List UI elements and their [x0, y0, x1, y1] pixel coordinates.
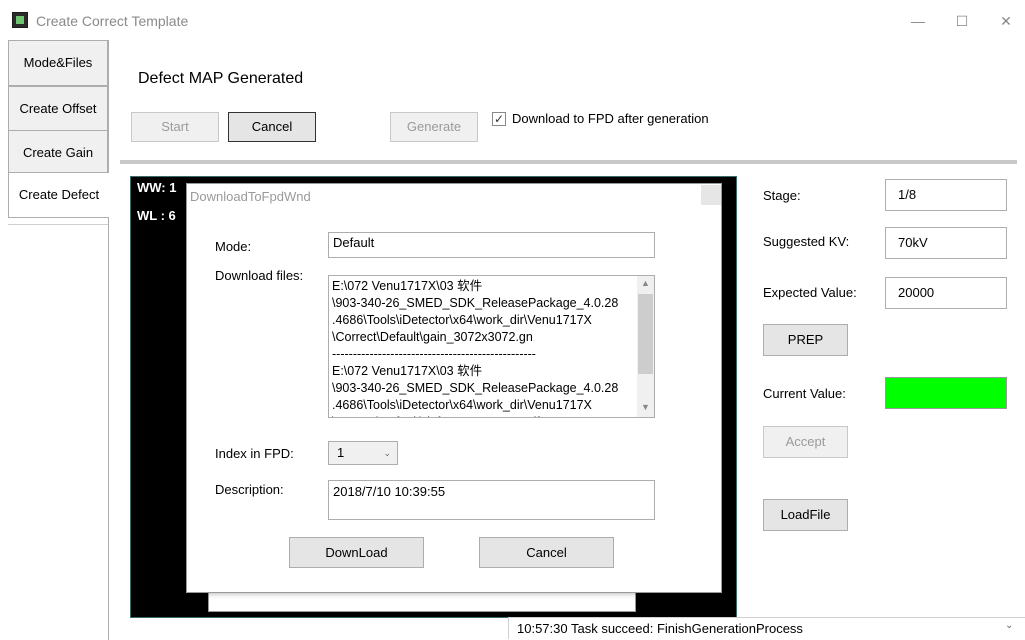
stage-field: 1/8	[885, 179, 1007, 211]
status-bar: 10:57:30 Task succeed: FinishGenerationP…	[508, 617, 1025, 639]
download-checkbox[interactable]: ✓	[492, 112, 506, 126]
tab-create-defect[interactable]: Create Defect	[8, 172, 109, 218]
scroll-up-icon[interactable]: ▲	[641, 278, 650, 288]
index-select[interactable]: 1 ⌄	[328, 441, 398, 465]
close-button[interactable]: ✕	[986, 8, 1025, 34]
tab-pane-border	[108, 40, 109, 640]
section-title: Defect MAP Generated	[138, 70, 304, 87]
index-label: Index in FPD:	[215, 446, 294, 461]
window-width-label: WW: 1	[137, 180, 177, 195]
download-files-label: Download files:	[215, 268, 304, 283]
expected-value-field: 20000	[885, 277, 1007, 309]
download-files-list[interactable]: E:\072 Venu1717X\03 软件 \903-340-26_SMED_…	[328, 275, 655, 418]
current-value-indicator	[885, 377, 1007, 409]
app-icon	[12, 12, 28, 28]
tab-divider	[8, 224, 108, 225]
download-files-text: E:\072 Venu1717X\03 软件 \903-340-26_SMED_…	[332, 279, 619, 417]
expected-value-label: Expected Value:	[763, 285, 857, 300]
tab-create-offset[interactable]: Create Offset	[8, 86, 108, 132]
minimize-button[interactable]: —	[898, 8, 938, 34]
accept-button[interactable]: Accept	[763, 426, 848, 458]
mode-label: Mode:	[215, 239, 252, 254]
dialog-title: DownloadToFpdWnd	[190, 189, 311, 204]
loadfile-button[interactable]: LoadFile	[763, 499, 848, 531]
dialog-close-button[interactable]	[701, 185, 721, 205]
stage-label: Stage:	[763, 188, 801, 203]
tab-create-gain[interactable]: Create Gain	[8, 130, 108, 176]
window-title: Create Correct Template	[36, 13, 189, 29]
suggested-kv-field: 70kV	[885, 227, 1007, 259]
start-button[interactable]: Start	[131, 112, 219, 142]
window-level-label: WL : 6	[137, 208, 176, 223]
dialog-cancel-button[interactable]: Cancel	[479, 537, 614, 568]
index-value: 1	[337, 445, 345, 460]
scroll-down-icon[interactable]: ▼	[641, 402, 650, 412]
current-value-label: Current Value:	[763, 386, 846, 401]
image-strip	[208, 590, 636, 612]
download-button[interactable]: DownLoad	[289, 537, 424, 568]
files-scrollbar[interactable]: ▲ ▼	[637, 276, 654, 417]
generate-button[interactable]: Generate	[390, 112, 478, 142]
mode-field[interactable]: Default	[328, 232, 655, 258]
scroll-thumb[interactable]	[638, 294, 653, 374]
tab-mode-files[interactable]: Mode&Files	[8, 40, 108, 86]
cancel-button[interactable]: Cancel	[228, 112, 316, 142]
maximize-button[interactable]: ☐	[942, 8, 982, 34]
chevron-down-icon: ⌄	[383, 448, 391, 458]
separator	[120, 160, 1017, 164]
download-checkbox-label[interactable]: Download to FPD after generation	[512, 111, 709, 126]
status-dropdown-icon[interactable]: ⌄	[1005, 620, 1013, 631]
prep-button[interactable]: PREP	[763, 324, 848, 356]
description-label: Description:	[215, 482, 284, 497]
description-field[interactable]: 2018/7/10 10:39:55	[328, 480, 655, 520]
suggested-kv-label: Suggested KV:	[763, 234, 850, 249]
